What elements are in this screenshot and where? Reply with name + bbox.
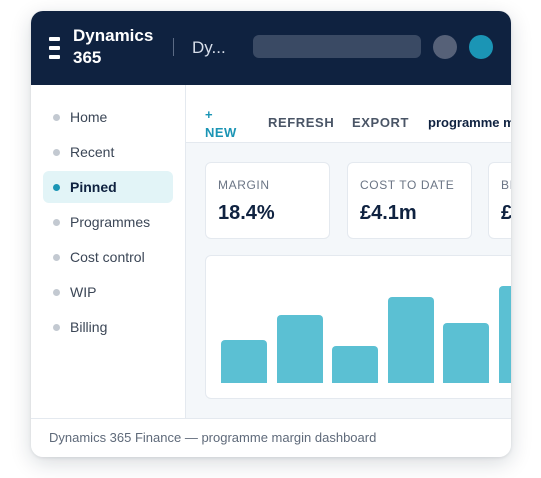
sidebar-item-billing[interactable]: Billing [43,311,173,343]
top-bar: Dynamics 365 Dy... [31,11,511,85]
sidebar: Home Recent Pinned Programmes Cost contr… [31,85,186,418]
kpi-label: MARGIN [218,178,270,192]
kpi-card-margin: MARGIN 18.4% [205,162,330,239]
kpi-value: £ [501,202,511,224]
kpi-label: BI [501,178,511,192]
search-input[interactable] [253,35,421,58]
sidebar-item-cost-control[interactable]: Cost control [43,241,173,273]
bullet-icon [53,183,60,191]
sidebar-item-label: Recent [70,144,115,160]
sidebar-item-recent[interactable]: Recent [43,136,173,168]
chart-bar[interactable] [498,286,511,383]
header-divider [173,38,174,56]
sidebar-item-label: Billing [70,319,108,335]
sidebar-item-label: Cost control [70,249,145,265]
settings-avatar-icon[interactable] [433,35,457,59]
user-avatar[interactable] [469,35,493,59]
app-title[interactable]: Dynamics 365 [73,25,173,69]
kpi-value: 18.4% [218,202,275,224]
command-bar: + NEW REFRESH EXPORT programme margin [186,85,511,143]
sidebar-item-wip[interactable]: WIP [43,276,173,308]
sidebar-item-label: WIP [70,284,97,300]
chart-bar[interactable] [276,315,323,383]
bullet-icon [53,218,60,226]
kpi-label: COST TO DATE [360,178,455,192]
sidebar-item-home[interactable]: Home [43,101,173,133]
margin-bar-chart [205,255,511,399]
chart-bar[interactable] [443,323,489,383]
sidebar-item-label: Home [70,109,108,125]
sidebar-item-pinned[interactable]: Pinned [43,171,173,203]
status-footer: Dynamics 365 Finance — programme margin … [31,418,511,457]
bullet-icon [53,253,60,261]
sidebar-item-programmes[interactable]: Programmes [43,206,173,238]
app-launcher-icon[interactable] [49,37,60,59]
chart-bar[interactable] [221,340,267,383]
kpi-card-billing: BI £ [488,162,511,239]
sidebar-item-label: Pinned [70,179,117,195]
main-content: + NEW REFRESH EXPORT programme margin MA… [186,85,511,418]
app-window: Dynamics 365 Dy... Home Recent Pinned Pr… [31,11,511,457]
kpi-card-cost-to-date: COST TO DATE £4.1m [347,162,472,239]
export-button[interactable]: EXPORT [352,115,409,130]
bullet-icon [53,113,60,121]
bullet-icon [53,288,60,296]
bullet-icon [53,323,60,331]
chart-bar[interactable] [332,346,378,383]
kpi-value: £4.1m [360,202,417,224]
chart-bar[interactable] [387,297,434,383]
breadcrumb[interactable]: Dy... [192,37,232,59]
view-selector[interactable]: programme margin [428,115,511,130]
bullet-icon [53,148,60,156]
refresh-button[interactable]: REFRESH [268,115,334,130]
new-button[interactable]: + NEW [205,106,245,142]
sidebar-item-label: Programmes [70,214,151,230]
